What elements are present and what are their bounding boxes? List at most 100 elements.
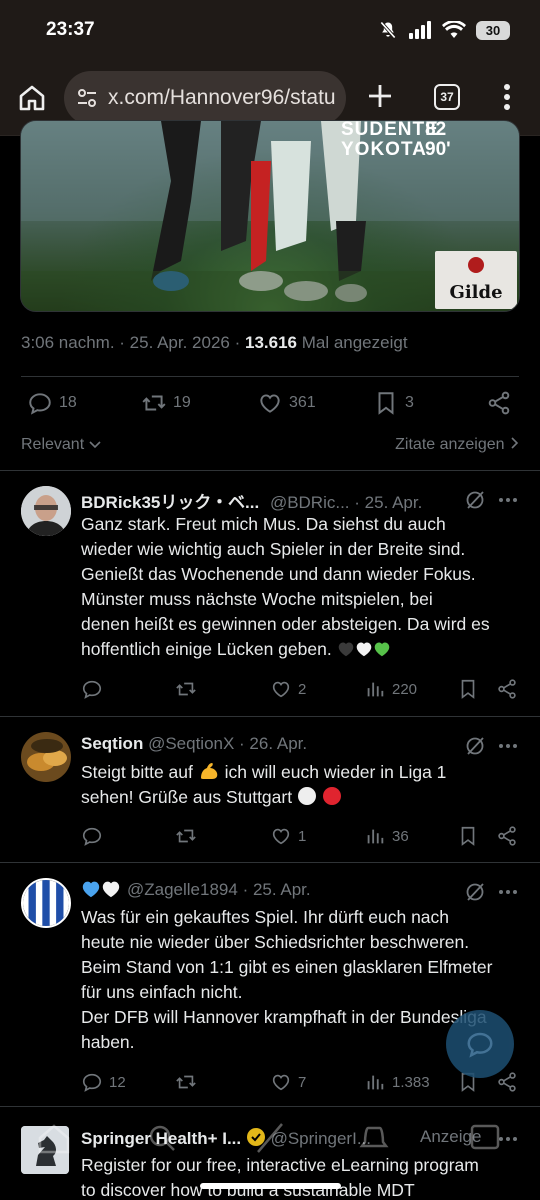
reply-text: Steigt bitte auf ich will euch wieder in… [81,760,521,810]
author-handle[interactable]: @SeqtionX [143,734,234,753]
share-button[interactable] [496,825,518,847]
signal-icon [409,21,431,39]
tweet-action-bar: 18 19 361 3 [0,390,540,424]
author-handle[interactable]: @Zagelle1894 [127,880,238,899]
chat-bubble-icon [467,1032,493,1058]
more-horizontal-icon[interactable] [498,889,518,895]
share-button[interactable] [486,390,512,416]
share-button[interactable] [496,678,518,700]
share-button[interactable] [496,1071,518,1093]
author-name[interactable]: Seqtion [81,734,143,753]
sponsor-emblem-icon [468,257,484,273]
grok-icon[interactable] [465,736,485,756]
share-icon [498,1072,516,1092]
view-count: 1.383 [392,1073,430,1091]
new-tab-icon[interactable] [366,82,394,110]
chevron-down-icon [89,441,101,449]
avatar[interactable] [21,878,71,928]
sort-dropdown[interactable]: Relevant [21,436,101,453]
reply-tweet[interactable]: BDRick35リック・ベ... @BDRic... · 25. Apr. Ga… [0,470,540,716]
blue-heart-icon [82,881,100,898]
flexed-biceps-icon [200,763,218,779]
tab-switcher-button[interactable]: 37 [434,84,460,110]
repost-button[interactable] [175,825,197,847]
reply-date: · 26. Apr. [234,734,308,753]
ad-text: Register for our free, interactive eLear… [81,1155,479,1200]
like-button[interactable]: 1 [270,825,306,847]
avatar-image [21,732,71,782]
avatar[interactable] [21,486,71,536]
views-button[interactable]: 220 [364,678,417,700]
view-count: 13.616 [244,333,297,352]
media-caption-minute: 90' [425,139,451,160]
bookmark-icon [461,826,475,846]
reply-button[interactable]: 12 [81,1071,126,1093]
reply-icon [29,393,51,415]
like-button[interactable]: 361 [257,390,316,416]
battery-indicator: 30 [476,20,510,40]
views-chart-icon [367,682,384,697]
bookmark-icon [461,679,475,699]
home-indicator [200,1183,341,1189]
reply-action-bar: 2 220 [0,678,540,702]
repost-icon [142,395,166,411]
view-quotes-link[interactable]: Zitate anzeigen [395,436,519,454]
heart-icon [272,681,290,698]
repost-button[interactable]: 19 [141,390,191,416]
status-bar: 23:37 30 [0,0,540,62]
reply-tweet[interactable]: Seqtion @SeqtionX · 26. Apr. Steigt bitt… [0,716,540,862]
wifi-icon [442,21,466,38]
share-icon [498,679,516,699]
avatar-image [23,880,69,926]
views-button[interactable]: 1.383 [364,1071,430,1093]
like-button[interactable]: 2 [270,678,306,700]
bookmark-button[interactable] [457,678,479,700]
reply-header: BDRick35リック・ベ... @BDRic... · 25. Apr. [81,488,422,513]
like-count: 361 [289,394,316,411]
reply-button[interactable]: 18 [27,390,77,416]
reply-button[interactable] [81,825,103,847]
bookmark-button[interactable]: 3 [373,390,414,416]
white-heart-icon [356,642,371,657]
share-icon [498,826,516,846]
reply-icon [82,680,102,699]
views-chart-icon [367,1075,384,1090]
repost-button[interactable] [175,678,197,700]
site-settings-icon[interactable] [76,87,98,109]
reply-header: Seqtion @SeqtionX · 26. Apr. [81,734,307,754]
bookmark-count: 3 [405,394,414,411]
bookmark-icon [378,392,394,415]
home-icon[interactable] [17,83,47,113]
mute-icon [380,21,396,39]
bookmark-button[interactable] [457,825,479,847]
grok-icon[interactable] [465,882,485,902]
compose-reply-button[interactable] [446,1010,514,1078]
author-handle[interactable]: @BDRic... [270,493,350,512]
share-icon [488,391,510,415]
more-horizontal-icon[interactable] [498,497,518,503]
more-horizontal-icon[interactable] [498,743,518,749]
chevron-right-icon [511,437,519,449]
divider [21,376,519,377]
heart-icon [272,1074,290,1091]
grok-icon[interactable] [465,490,485,510]
views-button[interactable]: 36 [364,825,409,847]
like-button[interactable]: 7 [270,1071,306,1093]
reply-count: 18 [59,394,77,411]
tweet-timestamp: 3:06 nachm. · 25. Apr. 2026 · [21,333,245,352]
like-count: 7 [298,1073,307,1091]
avatar[interactable] [21,732,71,782]
repost-icon [176,829,196,843]
author-name[interactable]: BDRick35リック・ベ... [81,493,259,512]
white-heart-icon [102,881,120,898]
url-text[interactable]: x.com/Hannover96/statu [108,86,336,110]
reply-button[interactable] [81,678,103,700]
view-quotes-label: Zitate anzeigen [395,436,505,453]
more-vertical-icon[interactable] [500,82,514,112]
repost-button[interactable] [175,1071,197,1093]
media-caption-name: YOKOTA [341,139,427,160]
reply-text-body: Ganz stark. Freut mich Mus. Da siehst du… [81,514,490,659]
reply-count: 12 [109,1073,126,1091]
tweet-media-image[interactable]: SUDENTE YOKOTA 82 90' Gilde [20,120,520,312]
address-bar[interactable]: x.com/Hannover96/statu [64,71,346,125]
